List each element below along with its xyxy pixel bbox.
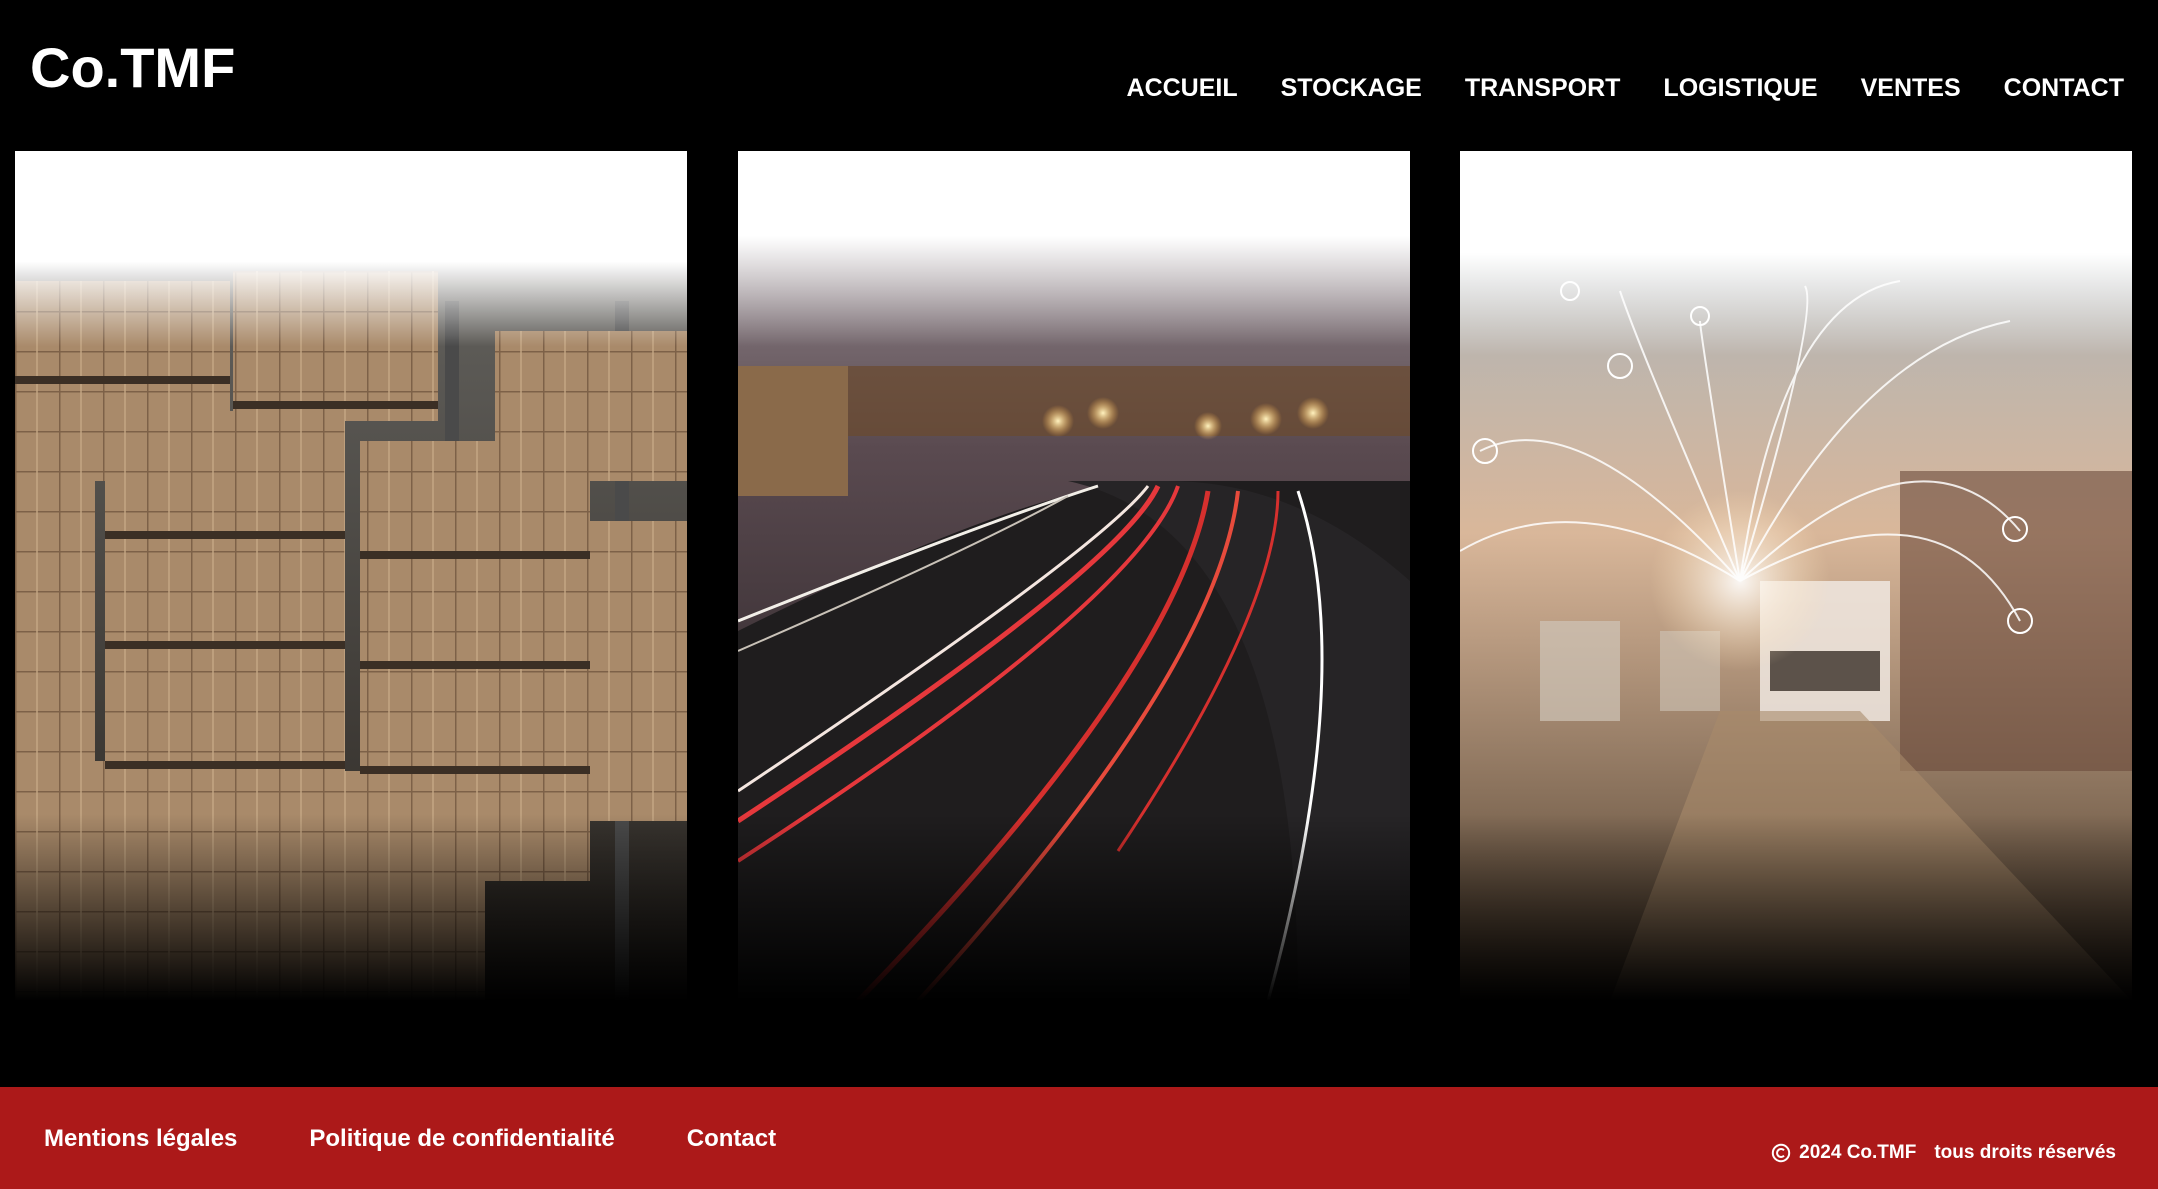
logistics-panel[interactable] — [1460, 151, 2132, 1001]
nav-logistique[interactable]: LOGISTIQUE — [1663, 70, 1817, 106]
warehouse-panel[interactable] — [15, 151, 687, 1001]
copyright-icon — [1771, 1143, 1791, 1163]
site-header: Co.TMF ACCUEIL STOCKAGE TRANSPORT LOGIST… — [0, 0, 2158, 151]
site-logo[interactable]: Co.TMF — [30, 36, 235, 100]
image-panels — [0, 151, 2158, 1087]
nav-accueil[interactable]: ACCUEIL — [1127, 70, 1238, 106]
nav-transport[interactable]: TRANSPORT — [1465, 70, 1621, 106]
footer-contact-link[interactable]: Contact — [687, 1123, 776, 1155]
footer-links: Mentions légales Politique de confidenti… — [44, 1123, 848, 1155]
copyright-owner: 2024 Co.TMF — [1799, 1142, 1917, 1163]
footer-mentions-legales-link[interactable]: Mentions légales — [44, 1123, 237, 1155]
nav-ventes[interactable]: VENTES — [1861, 70, 1961, 106]
warehouse-cardboard-boxes-image — [15, 151, 687, 1001]
highway-night-light-trails-image — [738, 151, 1410, 1001]
footer-privacy-policy-link[interactable]: Politique de confidentialité — [309, 1123, 614, 1155]
copyright-notice: 2024 Co.TMF tous droits réservés — [1771, 1142, 2116, 1164]
logistics-network-trucks-image — [1460, 151, 2132, 1001]
copyright-rights: tous droits réservés — [1934, 1142, 2116, 1163]
site-footer: Mentions légales Politique de confidenti… — [0, 1087, 2158, 1189]
main-nav: ACCUEIL STOCKAGE TRANSPORT LOGISTIQUE VE… — [1084, 70, 2124, 106]
nav-contact[interactable]: CONTACT — [2004, 70, 2124, 106]
nav-stockage[interactable]: STOCKAGE — [1281, 70, 1422, 106]
highway-panel[interactable] — [738, 151, 1410, 1001]
